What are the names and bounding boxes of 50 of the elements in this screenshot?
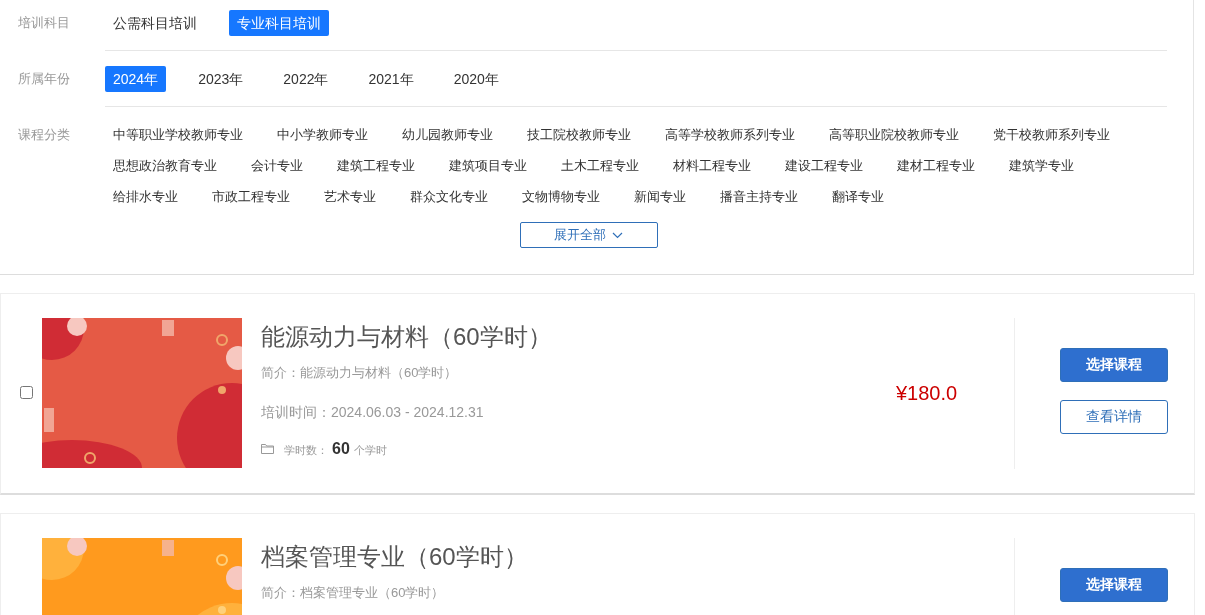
filter-label: 课程分类: [18, 126, 71, 144]
course-checkbox[interactable]: [20, 385, 33, 399]
category-link[interactable]: 新闻专业: [626, 184, 694, 210]
category-link[interactable]: 建设工程专业: [777, 153, 871, 179]
filter-option[interactable]: 专业科目培训: [229, 10, 329, 36]
filter-option[interactable]: 2020年: [445, 66, 507, 92]
category-link[interactable]: 文物博物专业: [514, 184, 608, 210]
hours-label: 学时数：: [284, 443, 328, 458]
category-link[interactable]: 党干校教师系列专业: [985, 122, 1118, 148]
category-link[interactable]: 建筑工程专业: [329, 153, 423, 179]
category-link[interactable]: 高等学校教师系列专业: [657, 122, 803, 148]
filter-option[interactable]: 2021年: [360, 66, 422, 92]
category-link[interactable]: 建筑学专业: [1001, 153, 1082, 179]
hours-value: 60: [332, 440, 350, 458]
chevron-down-icon: [612, 231, 623, 239]
category-link[interactable]: 市政工程专业: [204, 184, 298, 210]
expand-button[interactable]: 展开全部: [519, 222, 658, 248]
training-time: 培训时间：2024.06.03 - 2024.12.31: [261, 404, 485, 422]
category-link[interactable]: 材料工程专业: [665, 153, 759, 179]
category-link[interactable]: 艺术专业: [316, 184, 384, 210]
filter-option[interactable]: 公需科目培训: [105, 10, 205, 36]
course-intro: 简介：档案管理专业（60学时）: [261, 584, 446, 602]
category-link[interactable]: 翻译专业: [824, 184, 892, 210]
category-link[interactable]: 中小学教师专业: [269, 122, 376, 148]
category-link[interactable]: 给排水专业: [105, 184, 186, 210]
filter-label: 所属年份: [18, 70, 71, 88]
category-link[interactable]: 技工院校教师专业: [519, 122, 639, 148]
filter-option[interactable]: 2022年: [275, 66, 337, 92]
category-link[interactable]: 土木工程专业: [553, 153, 647, 179]
select-course-button[interactable]: 选择课程: [1060, 348, 1168, 382]
category-link[interactable]: 高等职业院校教师专业: [821, 122, 967, 148]
category-link[interactable]: 中等职业学校教师专业: [105, 122, 251, 148]
filter-label: 培训科目: [18, 14, 71, 32]
select-course-button[interactable]: 选择课程: [1060, 568, 1168, 602]
category-link[interactable]: 播音主持专业: [712, 184, 806, 210]
category-link[interactable]: 思想政治教育专业: [105, 153, 225, 179]
category-link[interactable]: 群众文化专业: [402, 184, 496, 210]
category-link[interactable]: 建材工程专业: [889, 153, 983, 179]
filter-option[interactable]: 2023年: [190, 66, 252, 92]
course-title[interactable]: 档案管理专业（60学时）: [261, 540, 896, 574]
filter-option[interactable]: 2024年: [105, 66, 167, 92]
view-details-button[interactable]: 查看详情: [1060, 400, 1168, 434]
category-link[interactable]: 建筑项目专业: [441, 153, 535, 179]
folder-icon: [261, 443, 274, 454]
course-intro: 简介：能源动力与材料（60学时）: [261, 364, 459, 382]
category-link[interactable]: 幼儿园教师专业: [394, 122, 501, 148]
category-link[interactable]: 会计专业: [243, 153, 311, 179]
hours-unit: 个学时: [353, 443, 387, 458]
course-price: ¥180.0: [896, 382, 959, 405]
course-title[interactable]: 能源动力与材料（60学时）: [261, 320, 896, 354]
